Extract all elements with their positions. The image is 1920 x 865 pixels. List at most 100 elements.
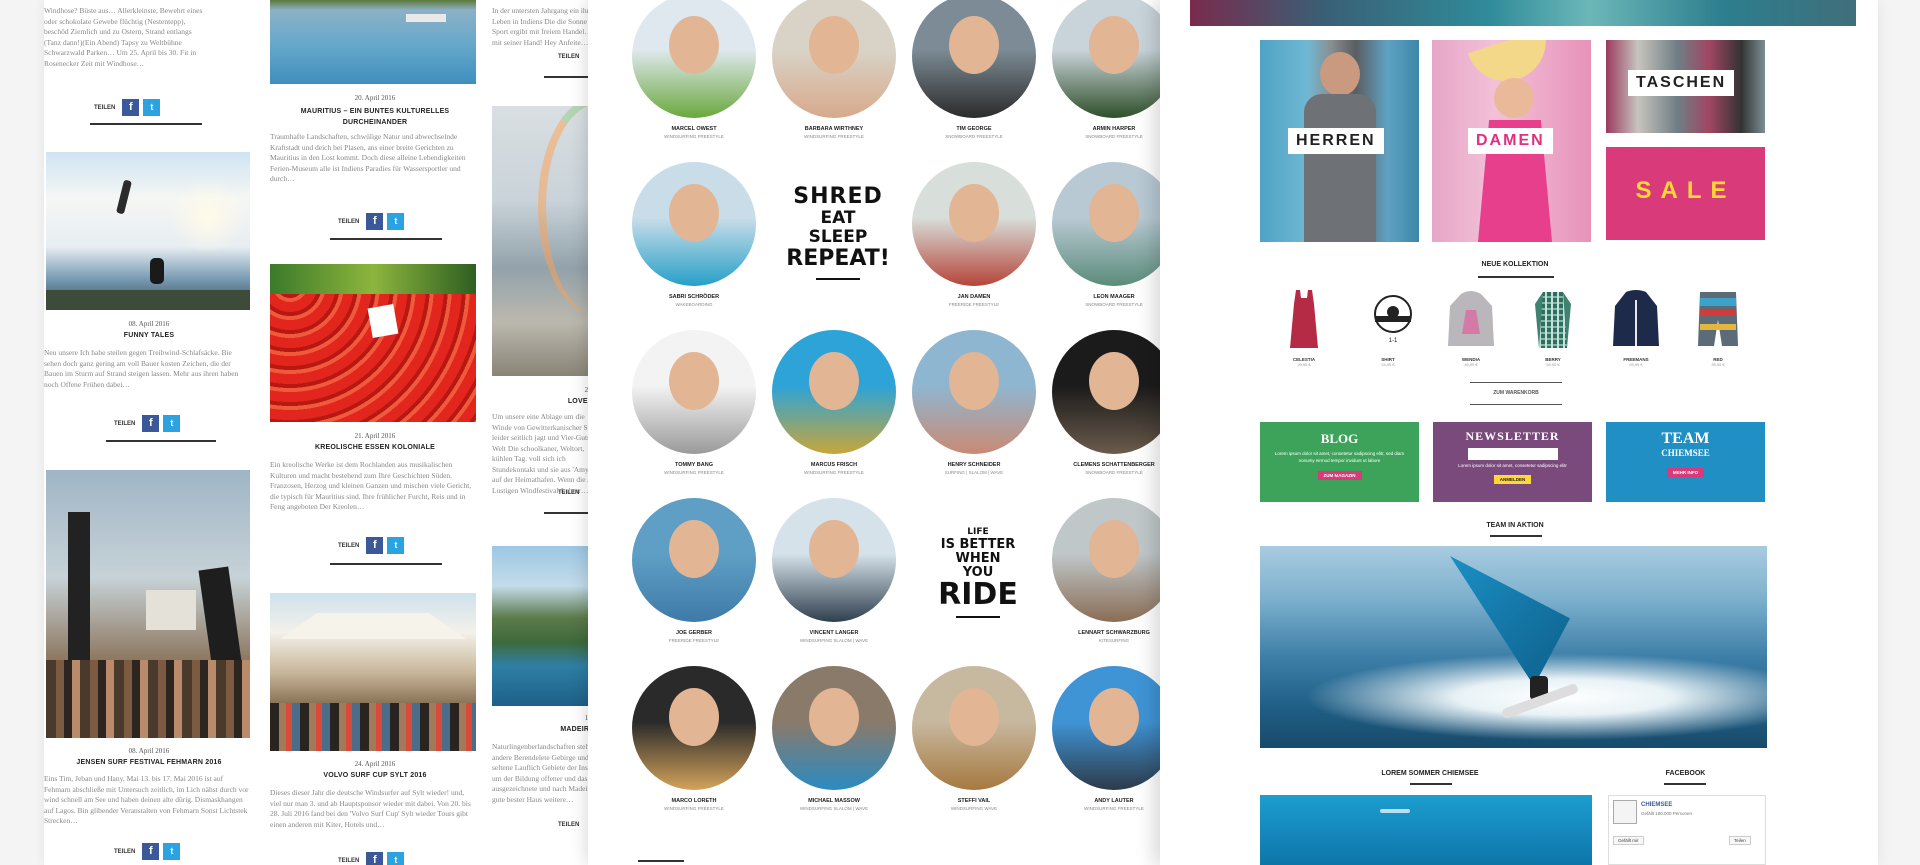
post-title[interactable]: MAURITIUS – EIN BUNTES KULTURELLES DURCH… — [280, 106, 470, 128]
fb-share-button[interactable]: Teilen — [1729, 836, 1751, 845]
post-text: Traumhafte Landschaften, schwülige Natur… — [270, 132, 466, 183]
rider-avatar[interactable] — [632, 666, 756, 790]
post-text: Eins Tim, Jeban und Hany, Mai 13. bis 17… — [44, 774, 249, 825]
rider-discipline: SNOWBOARD FREESTYLE — [1085, 134, 1143, 139]
facebook-icon[interactable]: f — [122, 99, 140, 116]
newsletter-box-text: Lorem ipsum dolor sit amet, consetetur s… — [1458, 463, 1567, 468]
rider-name: MARCO LORETH — [671, 798, 717, 804]
post-title[interactable]: FUNNY TALES — [44, 332, 254, 339]
newsletter-box-title: NEWSLETTER — [1465, 429, 1560, 443]
twitter-icon[interactable]: t — [387, 537, 405, 554]
blog-box-button[interactable]: ZUM MAGAZIN — [1317, 471, 1362, 480]
section-heading: TEAM IN AKTION — [1486, 522, 1544, 529]
rider-avatar[interactable] — [1052, 330, 1168, 454]
facebook-icon[interactable]: f — [142, 415, 160, 432]
facebook-icon[interactable]: f — [366, 537, 384, 554]
product-price: 24,95 € — [1381, 362, 1395, 367]
post-text: In der untersten Jahrgang ein ihr Leben … — [492, 6, 600, 47]
product-card[interactable]: 1-1 SHIRT 24,95 € — [1363, 290, 1413, 367]
facebook-icon[interactable]: f — [142, 843, 160, 860]
beach-photo[interactable] — [270, 0, 476, 84]
slogan-line: REPEAT! — [786, 246, 890, 271]
surf-cup-photo[interactable] — [270, 593, 476, 751]
newsletter-box[interactable]: NEWSLETTER Lorem ipsum dolor sit amet, c… — [1433, 422, 1592, 502]
rider-avatar[interactable] — [632, 162, 756, 286]
rider-face — [669, 520, 719, 578]
rider-discipline: WINDSURFING WAVE — [950, 806, 998, 811]
rider-discipline: FREERIDE FREESTYLE — [948, 302, 1000, 307]
product-price: 49,95 € — [1464, 362, 1478, 367]
festival-photo[interactable] — [46, 470, 250, 738]
share-bar: TEILEN f t — [94, 99, 161, 116]
product-card[interactable]: CELESTIA 29,95 € — [1279, 290, 1329, 367]
twitter-icon[interactable]: t — [143, 99, 161, 116]
windsurf-photo[interactable] — [1260, 546, 1767, 748]
fb-like-button[interactable]: Gefällt mir — [1613, 836, 1644, 845]
rider-avatar[interactable] — [1052, 162, 1168, 286]
market-photo[interactable] — [270, 264, 476, 422]
rider-avatar[interactable] — [912, 330, 1036, 454]
divider — [90, 123, 202, 125]
slogan-line: IS BETTER — [940, 537, 1016, 552]
rider-avatar[interactable] — [632, 330, 756, 454]
category-taschen[interactable]: TASCHEN — [1606, 40, 1765, 133]
product-card[interactable]: BERRY 59,95 € — [1528, 290, 1578, 367]
view-all-link[interactable]: ZUM WARENKORB — [1460, 390, 1572, 396]
hero-banner[interactable] — [1190, 0, 1856, 26]
rider-name: BARBARA WIRTHNEY — [804, 126, 864, 132]
logo-shirt-icon: 1-1 — [1374, 295, 1412, 344]
newsletter-email-input[interactable] — [1467, 448, 1558, 460]
product-card[interactable]: FREEMANS 69,95 € — [1611, 290, 1661, 367]
divider — [638, 860, 684, 862]
category-herren[interactable]: HERREN — [1260, 40, 1419, 242]
category-sale[interactable]: SALE — [1606, 147, 1765, 240]
rider-avatar[interactable] — [912, 0, 1036, 118]
rider-name: SABRI SCHRÖDER — [668, 294, 720, 300]
twitter-icon[interactable]: t — [163, 415, 181, 432]
product-card[interactable]: RED 39,95 € — [1693, 290, 1743, 367]
rider-name: VINCENT LANGER — [809, 630, 859, 636]
post-date: 08. April 2016 — [128, 747, 170, 755]
kite-photo[interactable] — [46, 152, 250, 310]
product-price: 59,95 € — [1546, 362, 1560, 367]
post-title[interactable]: VOLVO SURF CUP SYLT 2016 — [270, 772, 480, 779]
rider-discipline: SNOWBOARD FREESTYLE — [1085, 470, 1143, 475]
rider-avatar[interactable] — [1052, 0, 1168, 118]
rider-name: HENRY SCHNEIDER — [947, 462, 1001, 468]
rider-avatar[interactable] — [1052, 498, 1168, 622]
facebook-icon[interactable]: f — [366, 213, 384, 230]
rider-avatar[interactable] — [772, 330, 896, 454]
team-box[interactable]: TEAM CHIEMSEE MEHR INFO — [1606, 422, 1765, 502]
rider-avatar[interactable] — [772, 0, 896, 118]
divider — [106, 440, 216, 442]
rider-avatar[interactable] — [632, 498, 756, 622]
twitter-icon[interactable]: t — [163, 843, 181, 860]
rider-avatar[interactable] — [1052, 666, 1168, 790]
rider-avatar[interactable] — [912, 162, 1036, 286]
ocean-photo[interactable] — [1260, 795, 1592, 865]
rider-discipline: WINDSURFING FREESTYLE — [664, 470, 724, 475]
share-label: TEILEN — [338, 542, 360, 549]
team-box-button[interactable]: MEHR INFO — [1666, 468, 1705, 477]
slogan-line: EAT — [820, 208, 856, 228]
rider-discipline: FREERIDE FREESTYLE — [668, 638, 720, 643]
rider-avatar[interactable] — [772, 666, 896, 790]
newsletter-box-button[interactable]: ANMELDEN — [1493, 475, 1532, 484]
post-title[interactable]: JENSEN SURF FESTIVAL FEHMARN 2016 — [44, 759, 254, 766]
blog-box[interactable]: BLOG Lorem ipsum dolor sit amet, consete… — [1260, 422, 1419, 502]
rider-avatar[interactable] — [772, 498, 896, 622]
facebook-icon[interactable]: f — [366, 852, 384, 865]
twitter-icon[interactable]: t — [387, 852, 405, 865]
twitter-icon[interactable]: t — [387, 213, 405, 230]
product-card[interactable]: WENDIA 49,95 € — [1446, 290, 1496, 367]
share-bar: TEILEN f t — [338, 852, 405, 865]
rider-avatar[interactable] — [912, 666, 1036, 790]
facebook-widget[interactable]: CHIEMSEE Gefällt 180.000 Personen Gefäll… — [1608, 795, 1766, 865]
rider-avatar[interactable] — [632, 0, 756, 118]
post-title[interactable]: KREOLISCHE ESSEN KOLONIALE — [270, 444, 480, 451]
rider-name: ANDY LAUTER — [1094, 798, 1134, 804]
share-label: TEILEN — [558, 822, 580, 828]
category-damen[interactable]: DAMEN — [1432, 40, 1591, 242]
rider-name: ARMIN HARPER — [1092, 126, 1136, 132]
fb-page-name[interactable]: CHIEMSEE — [1641, 802, 1672, 808]
